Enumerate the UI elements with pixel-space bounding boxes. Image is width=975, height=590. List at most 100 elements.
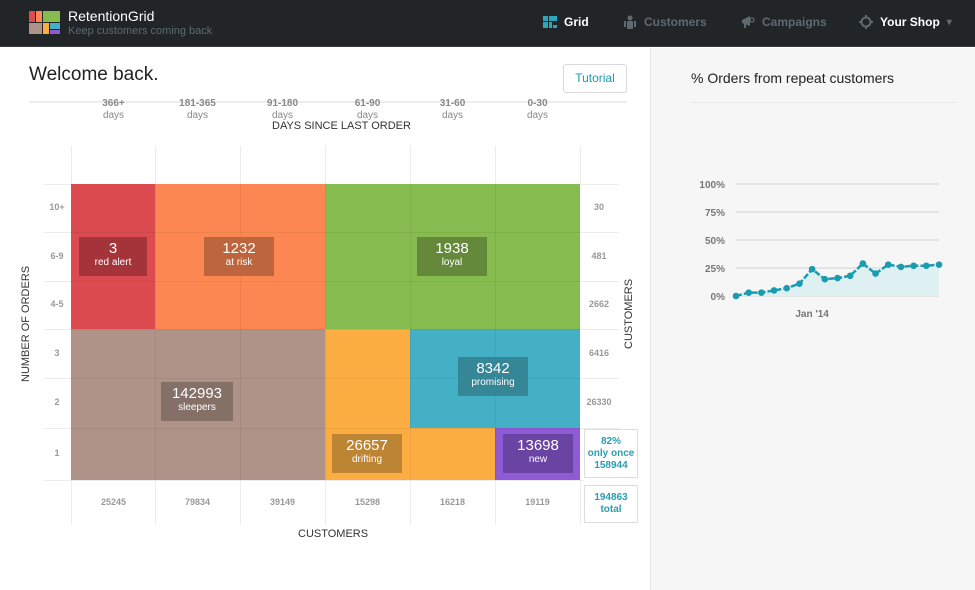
column-total: 25245 bbox=[100, 497, 127, 507]
data-point[interactable] bbox=[923, 262, 930, 270]
column-header: 0-30 days bbox=[495, 98, 580, 122]
segment-drifting-label[interactable]: 26657 drifting bbox=[332, 434, 402, 473]
y-tick-label: 50% bbox=[705, 236, 725, 247]
y-tick-label: 25% bbox=[705, 264, 725, 275]
data-point[interactable] bbox=[910, 262, 917, 270]
data-point[interactable] bbox=[821, 275, 829, 283]
nav-campaigns[interactable]: Campaigns bbox=[741, 15, 827, 29]
y-tick-label: 100% bbox=[699, 180, 725, 191]
y-tick-label: 0% bbox=[711, 292, 726, 303]
data-point[interactable] bbox=[846, 272, 854, 280]
column-header: 31-60 days bbox=[410, 98, 495, 122]
grid-line bbox=[410, 184, 411, 480]
nav-your-shop-label: Your Shop bbox=[880, 15, 940, 29]
column-header: 366+ days bbox=[71, 98, 156, 122]
column-range: 61-90 bbox=[354, 98, 381, 109]
nav-grid[interactable]: Grid bbox=[543, 15, 589, 29]
nav-your-shop[interactable]: Your Shop ▾ bbox=[859, 15, 952, 29]
data-point[interactable] bbox=[935, 261, 943, 268]
grid-line bbox=[44, 480, 584, 481]
total-label: total bbox=[600, 504, 622, 515]
grid-line bbox=[71, 281, 580, 282]
column-total: 39149 bbox=[269, 497, 296, 507]
column-header: 91-180 days bbox=[240, 98, 325, 122]
grid-line bbox=[71, 146, 72, 184]
segment-loyal-label[interactable]: 1938 loyal bbox=[417, 237, 487, 276]
right-axis-title: CUSTOMERS bbox=[623, 278, 635, 349]
row-total: 6416 bbox=[588, 347, 610, 358]
column-total: 79834 bbox=[184, 497, 211, 507]
grid-line bbox=[410, 146, 411, 184]
nav-campaigns-label: Campaigns bbox=[762, 15, 827, 29]
row-header: 4-5 bbox=[50, 299, 64, 309]
retentiongrid-logo-icon[interactable] bbox=[29, 11, 60, 34]
top-navbar: RetentionGrid Keep customers coming back… bbox=[0, 0, 975, 47]
grid-line bbox=[325, 146, 326, 184]
data-point[interactable] bbox=[808, 265, 816, 273]
data-point[interactable] bbox=[770, 287, 778, 294]
column-total: 19119 bbox=[525, 497, 550, 507]
segment-name: at risk bbox=[225, 257, 253, 268]
gear-icon bbox=[859, 15, 873, 29]
only-once-box[interactable]: 82% only once 158944 bbox=[584, 429, 638, 478]
column-total: 16218 bbox=[439, 497, 466, 507]
column-total: 15298 bbox=[354, 497, 381, 507]
data-point[interactable] bbox=[745, 289, 752, 296]
grid-line bbox=[155, 184, 156, 480]
nav-customers-label: Customers bbox=[644, 15, 707, 29]
grid-line bbox=[325, 184, 326, 480]
data-point[interactable] bbox=[859, 260, 867, 267]
data-point[interactable] bbox=[884, 261, 892, 268]
segment-new-label[interactable]: 13698 new bbox=[503, 434, 573, 473]
chart-title: % Orders from repeat customers bbox=[691, 70, 895, 86]
nav-customers[interactable]: Customers bbox=[623, 15, 707, 29]
side-panel: % Orders from repeat customers 0% 25% 50% 7… bbox=[650, 48, 975, 590]
x-tick-label: Jan '14 bbox=[795, 309, 829, 320]
only-once-label: only once bbox=[587, 448, 635, 459]
repeat-orders-chart: 0% 25% 50% 75% 100% Jan '14 bbox=[699, 180, 943, 320]
column-header: 61-90 days bbox=[325, 98, 410, 122]
segment-count: 8342 bbox=[476, 360, 510, 377]
grid-line bbox=[71, 329, 580, 330]
grid-icon bbox=[543, 16, 557, 28]
grid-line bbox=[495, 146, 496, 184]
column-unit: days bbox=[526, 110, 549, 121]
data-point[interactable] bbox=[796, 280, 803, 287]
data-point[interactable] bbox=[783, 284, 791, 292]
data-point[interactable] bbox=[758, 289, 765, 296]
segment-red-alert-label[interactable]: 3 red alert bbox=[79, 237, 147, 276]
segment-count: 13698 bbox=[517, 437, 559, 454]
row-header: 10+ bbox=[49, 202, 65, 212]
segment-name: loyal bbox=[441, 257, 463, 268]
segment-at-risk-label[interactable]: 1232 at risk bbox=[204, 237, 274, 276]
grid-line bbox=[240, 146, 241, 184]
row-total: 26330 bbox=[586, 397, 612, 407]
page-title: Welcome back. bbox=[29, 64, 159, 85]
y-axis-title: NUMBER OF ORDERS bbox=[20, 265, 32, 382]
app-tagline: Keep customers coming back bbox=[68, 25, 213, 37]
data-point[interactable] bbox=[897, 263, 905, 271]
only-once-count: 158944 bbox=[594, 460, 628, 471]
row-header: 2 bbox=[54, 397, 60, 407]
bottom-axis-title: CUSTOMERS bbox=[298, 528, 369, 540]
segment-sleepers-label[interactable]: 142993 sleepers bbox=[161, 382, 233, 421]
tutorial-button[interactable]: Tutorial bbox=[563, 64, 627, 93]
row-header: 6-9 bbox=[50, 250, 64, 261]
total-box[interactable]: 194863 total bbox=[584, 485, 638, 523]
app-name[interactable]: RetentionGrid bbox=[68, 8, 154, 24]
segment-count: 26657 bbox=[346, 437, 388, 454]
only-once-pct: 82% bbox=[600, 436, 621, 447]
grid-line bbox=[495, 184, 496, 480]
data-point[interactable] bbox=[834, 274, 841, 282]
grid-line bbox=[580, 480, 581, 525]
grid-line bbox=[580, 146, 581, 184]
column-range: 91-180 bbox=[266, 98, 299, 109]
column-unit: days bbox=[441, 110, 464, 121]
column-unit: days bbox=[102, 110, 125, 121]
data-point[interactable] bbox=[732, 292, 740, 300]
data-point[interactable] bbox=[872, 270, 879, 277]
customers-icon bbox=[624, 15, 636, 29]
segment-count: 142993 bbox=[171, 385, 223, 402]
segment-promising-label[interactable]: 8342 promising bbox=[458, 357, 528, 396]
column-range: 0-30 bbox=[527, 98, 548, 109]
